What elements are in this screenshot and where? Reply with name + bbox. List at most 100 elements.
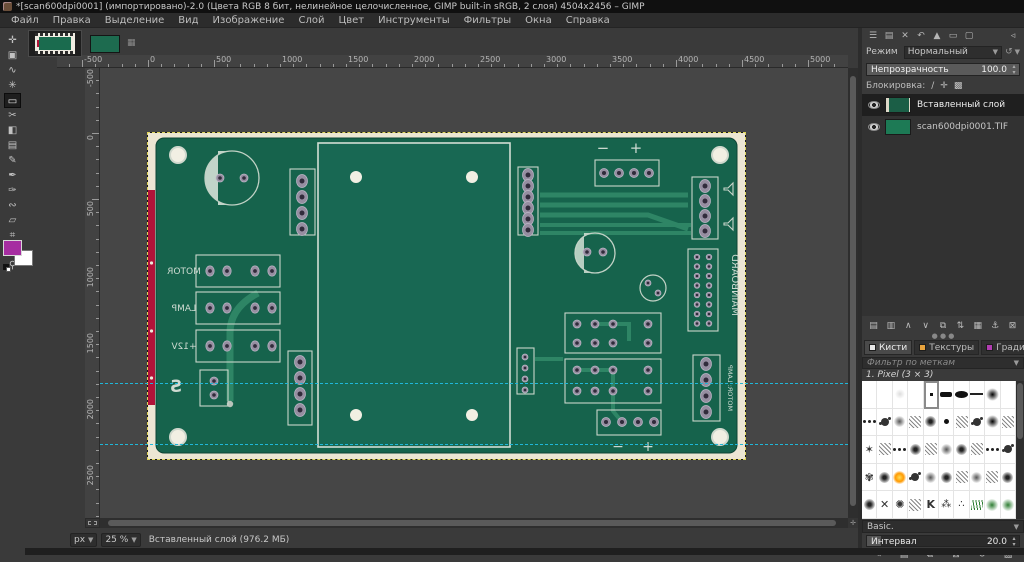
quick-mask-toggle[interactable] xyxy=(85,518,100,528)
brush-cell[interactable] xyxy=(893,409,908,437)
vertical-scrollbar[interactable] xyxy=(848,68,858,518)
rectangle-select-tool[interactable]: ▭ xyxy=(4,93,21,108)
merge-layer-icon[interactable]: ⇅ xyxy=(953,321,968,331)
move-tool[interactable]: ✛ xyxy=(4,33,21,48)
ink-tool[interactable]: ✒ xyxy=(4,168,21,183)
spinner-arrows[interactable]: ▴▾ xyxy=(1010,536,1018,548)
brush-cell[interactable] xyxy=(939,381,954,409)
brush-cell[interactable] xyxy=(954,409,969,437)
brush-cell[interactable] xyxy=(877,464,892,492)
configure-tab-icon[interactable]: ◃ xyxy=(1005,31,1021,41)
brush-cell[interactable] xyxy=(939,464,954,492)
brush-cell[interactable] xyxy=(893,436,908,464)
brush-cell[interactable] xyxy=(1001,409,1016,437)
menu-icon[interactable]: ☰ xyxy=(865,31,881,41)
brush-cell[interactable] xyxy=(877,381,892,409)
menu-item[interactable]: Окна xyxy=(518,15,559,26)
brush-cell[interactable] xyxy=(970,381,985,409)
brush-cell[interactable] xyxy=(954,436,969,464)
spacing-slider[interactable]: Интервал 20.0 ▴▾ xyxy=(866,535,1020,547)
brush-cell[interactable] xyxy=(924,409,939,437)
brush-cell[interactable]: ✾ xyxy=(862,464,877,492)
brush-cell[interactable]: ∴ xyxy=(954,491,969,519)
crop-tool[interactable]: ✂ xyxy=(4,108,21,123)
undo-history-icon[interactable]: ↶ xyxy=(913,31,929,41)
brush-cell[interactable] xyxy=(862,491,877,519)
grid-view-icon[interactable]: ▤ xyxy=(881,31,897,41)
navigation-button[interactable]: ✛ xyxy=(848,518,858,528)
horizontal-guide-1[interactable] xyxy=(100,383,848,384)
duplicate-layer-icon[interactable]: ⧉ xyxy=(936,321,951,331)
brush-cell[interactable] xyxy=(877,409,892,437)
raise-layer-icon[interactable]: ∧ xyxy=(901,321,916,331)
mode-select[interactable]: Нормальный ▼ xyxy=(904,46,1002,59)
new-group-icon[interactable]: ▥ xyxy=(883,321,898,331)
brush-cell[interactable] xyxy=(985,381,1000,409)
add-mask-icon[interactable]: ▦ xyxy=(970,321,985,331)
spinner-arrows[interactable]: ▴▾ xyxy=(1010,64,1018,76)
horizontal-guide-2[interactable] xyxy=(100,444,848,445)
brush-cell[interactable]: ✺ xyxy=(893,491,908,519)
layers-dialog-icon[interactable]: ▢ xyxy=(961,31,977,41)
brush-cell[interactable] xyxy=(1001,491,1016,519)
delete-layer-icon[interactable]: ⊠ xyxy=(1005,321,1020,331)
opacity-slider[interactable]: Непрозрачность 100.0 ▴▾ xyxy=(866,63,1020,76)
mode-reset-icon[interactable]: ↺ xyxy=(1005,47,1013,57)
lock-pixels-icon[interactable]: ∕ xyxy=(931,81,934,91)
anchor-layer-icon[interactable]: ⚓ xyxy=(988,321,1003,331)
menu-item[interactable]: Фильтры xyxy=(457,15,518,26)
brush-cell[interactable] xyxy=(862,381,877,409)
brush-cell[interactable] xyxy=(924,381,939,409)
brush-cell[interactable] xyxy=(908,436,923,464)
brush-cell[interactable] xyxy=(970,436,985,464)
image-tab-scan[interactable] xyxy=(28,30,82,57)
brush-filter-row[interactable]: Фильтр по меткам ▼ xyxy=(862,357,1024,369)
chevron-down-icon[interactable]: ▼ xyxy=(1015,48,1020,56)
visibility-eye-icon[interactable] xyxy=(868,123,880,131)
lock-alpha-icon[interactable]: ▩ xyxy=(954,81,963,91)
close-dock-icon[interactable]: ✕ xyxy=(897,31,913,41)
brush-cell[interactable]: ⁂ xyxy=(939,491,954,519)
wilber-icon[interactable]: ▲ xyxy=(929,31,945,41)
brush-cell[interactable] xyxy=(893,381,908,409)
menu-item[interactable]: Файл xyxy=(4,15,46,26)
brush-cell[interactable] xyxy=(985,491,1000,519)
brush-cell[interactable] xyxy=(908,491,923,519)
dock-drag-handle[interactable]: ● ● ● xyxy=(862,333,1024,338)
brush-cell[interactable] xyxy=(970,464,985,492)
brush-cell[interactable] xyxy=(985,436,1000,464)
menu-item[interactable]: Слой xyxy=(291,15,331,26)
brush-cell[interactable]: ✶ xyxy=(862,436,877,464)
smudge-tool[interactable]: ∾ xyxy=(4,198,21,213)
brush-cell[interactable]: K xyxy=(924,491,939,519)
brush-cell[interactable] xyxy=(970,491,985,519)
brush-cell[interactable] xyxy=(924,464,939,492)
brush-cell[interactable]: ✕ xyxy=(877,491,892,519)
zoom-select[interactable]: 25 %▼ xyxy=(101,533,140,547)
fuzzy-select-tool[interactable]: ✳ xyxy=(4,78,21,93)
brush-cell[interactable] xyxy=(954,464,969,492)
lock-position-icon[interactable]: ✛ xyxy=(940,81,948,91)
menu-item[interactable]: Изображение xyxy=(206,15,292,26)
lower-layer-icon[interactable]: ∨ xyxy=(918,321,933,331)
canvas-viewport[interactable]: MOTOR LAMP +12V S MAINBOARD MOTOR: LAMP … xyxy=(100,68,848,518)
brush-cell[interactable] xyxy=(1001,464,1016,492)
new-layer-icon[interactable]: ▤ xyxy=(866,321,881,331)
brush-cell[interactable] xyxy=(908,464,923,492)
brush-cell[interactable] xyxy=(908,381,923,409)
brush-cell[interactable] xyxy=(893,464,908,492)
brush-cell[interactable] xyxy=(1001,436,1016,464)
brush-cell[interactable] xyxy=(1001,381,1016,409)
menu-item[interactable]: Выделение xyxy=(98,15,172,26)
alignment-tool[interactable]: ▣ xyxy=(4,48,21,63)
tab-menu-icon[interactable]: ▦ xyxy=(127,38,136,48)
brush-cell[interactable] xyxy=(985,464,1000,492)
brush-cell[interactable] xyxy=(939,409,954,437)
gradient-tool[interactable]: ▤ xyxy=(4,138,21,153)
brush-cell[interactable] xyxy=(924,436,939,464)
free-select-tool[interactable]: ∿ xyxy=(4,63,21,78)
brush-cell[interactable] xyxy=(939,436,954,464)
brush-cell[interactable] xyxy=(985,409,1000,437)
horizontal-scrollbar[interactable] xyxy=(100,518,848,528)
brush-preset-select[interactable]: Basic. ▼ xyxy=(862,520,1024,533)
